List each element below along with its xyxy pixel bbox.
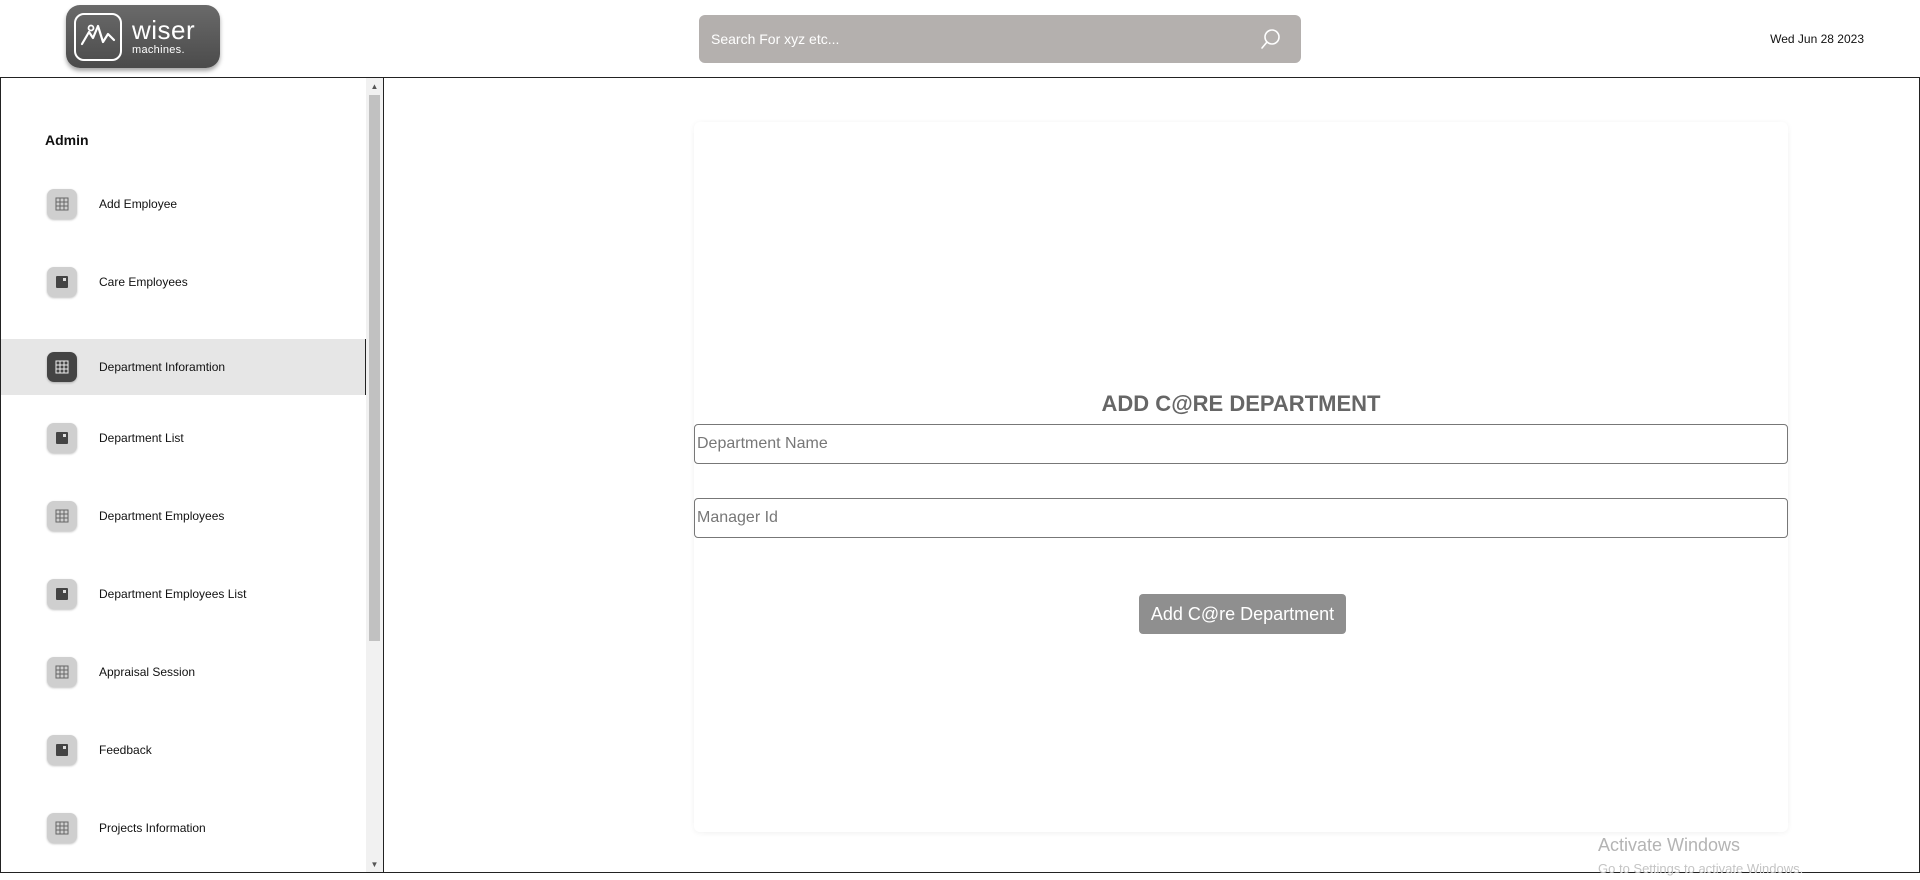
sidebar-item-department-list[interactable]: Department List bbox=[1, 410, 367, 466]
wiser-machines-logo[interactable]: wiser machines. bbox=[66, 5, 220, 68]
search-icon[interactable] bbox=[1259, 27, 1283, 51]
sidebar-item-appraisal-session[interactable]: Appraisal Session bbox=[1, 644, 367, 700]
logo-mark-icon bbox=[74, 12, 122, 61]
sidebar-item-label: Appraisal Session bbox=[99, 665, 196, 679]
department-name-input[interactable] bbox=[694, 424, 1788, 464]
add-department-button[interactable]: Add C@re Department bbox=[1139, 594, 1346, 634]
sidebar-scrollbar[interactable]: ▲ ▼ bbox=[366, 78, 383, 872]
sidebar-item-label: Department Employees List bbox=[99, 587, 247, 601]
square-icon bbox=[47, 267, 77, 297]
sidebar-item-label: Care Employees bbox=[99, 275, 188, 289]
sidebar-item-label: Projects Information bbox=[99, 821, 206, 835]
sidebar-content: Admin Add Employee Care Employees Depart… bbox=[1, 78, 367, 872]
add-department-card: ADD C@RE DEPARTMENT Add C@re Department bbox=[694, 122, 1788, 832]
activate-windows-watermark: Activate Windows bbox=[1598, 835, 1741, 855]
square-icon bbox=[47, 579, 77, 609]
sidebar-item-label: Department Inforamtion bbox=[99, 360, 226, 374]
sidebar: Admin Add Employee Care Employees Depart… bbox=[0, 77, 384, 873]
grid-icon bbox=[47, 189, 77, 219]
grid-icon bbox=[47, 657, 77, 687]
logo-word: wiser bbox=[132, 15, 196, 45]
sidebar-item-feedback[interactable]: Feedback bbox=[1, 722, 367, 778]
search-bar bbox=[699, 15, 1301, 63]
scrollbar-thumb[interactable] bbox=[369, 95, 380, 641]
sidebar-item-department-information[interactable]: Department Inforamtion bbox=[1, 339, 367, 395]
search-input[interactable] bbox=[699, 15, 1259, 63]
manager-id-input[interactable] bbox=[694, 498, 1788, 538]
sidebar-item-department-employees-list[interactable]: Department Employees List bbox=[1, 566, 367, 622]
top-header: wiser machines. Wed Jun 28 2023 bbox=[0, 0, 1920, 78]
scroll-up-arrow-icon[interactable]: ▲ bbox=[366, 78, 383, 94]
sidebar-item-department-employees[interactable]: Department Employees bbox=[1, 488, 367, 544]
sidebar-item-label: Add Employee bbox=[99, 197, 178, 211]
logo-text: wiser machines. bbox=[132, 17, 195, 56]
sidebar-item-label: Department Employees bbox=[99, 509, 225, 523]
main-content: ADD C@RE DEPARTMENT Add C@re Department bbox=[383, 77, 1920, 873]
current-date: Wed Jun 28 2023 bbox=[1770, 32, 1864, 46]
grid-icon bbox=[47, 501, 77, 531]
square-icon bbox=[47, 423, 77, 453]
sidebar-item-projects-information[interactable]: Projects Information bbox=[1, 800, 367, 856]
activate-windows-subtext: Go to Settings to activate Windows. bbox=[1598, 861, 1804, 876]
logo-subtext: machines. bbox=[132, 44, 185, 56]
grid-icon bbox=[47, 352, 77, 382]
sidebar-item-care-employees[interactable]: Care Employees bbox=[1, 254, 367, 310]
scroll-down-arrow-icon[interactable]: ▼ bbox=[366, 856, 383, 872]
square-icon bbox=[47, 735, 77, 765]
sidebar-item-label: Feedback bbox=[99, 743, 152, 757]
sidebar-section-title: Admin bbox=[45, 132, 89, 148]
sidebar-item-add-employee[interactable]: Add Employee bbox=[1, 176, 367, 232]
sidebar-item-label: Department List bbox=[99, 431, 184, 445]
form-title: ADD C@RE DEPARTMENT bbox=[1101, 391, 1381, 416]
grid-icon bbox=[47, 813, 77, 843]
